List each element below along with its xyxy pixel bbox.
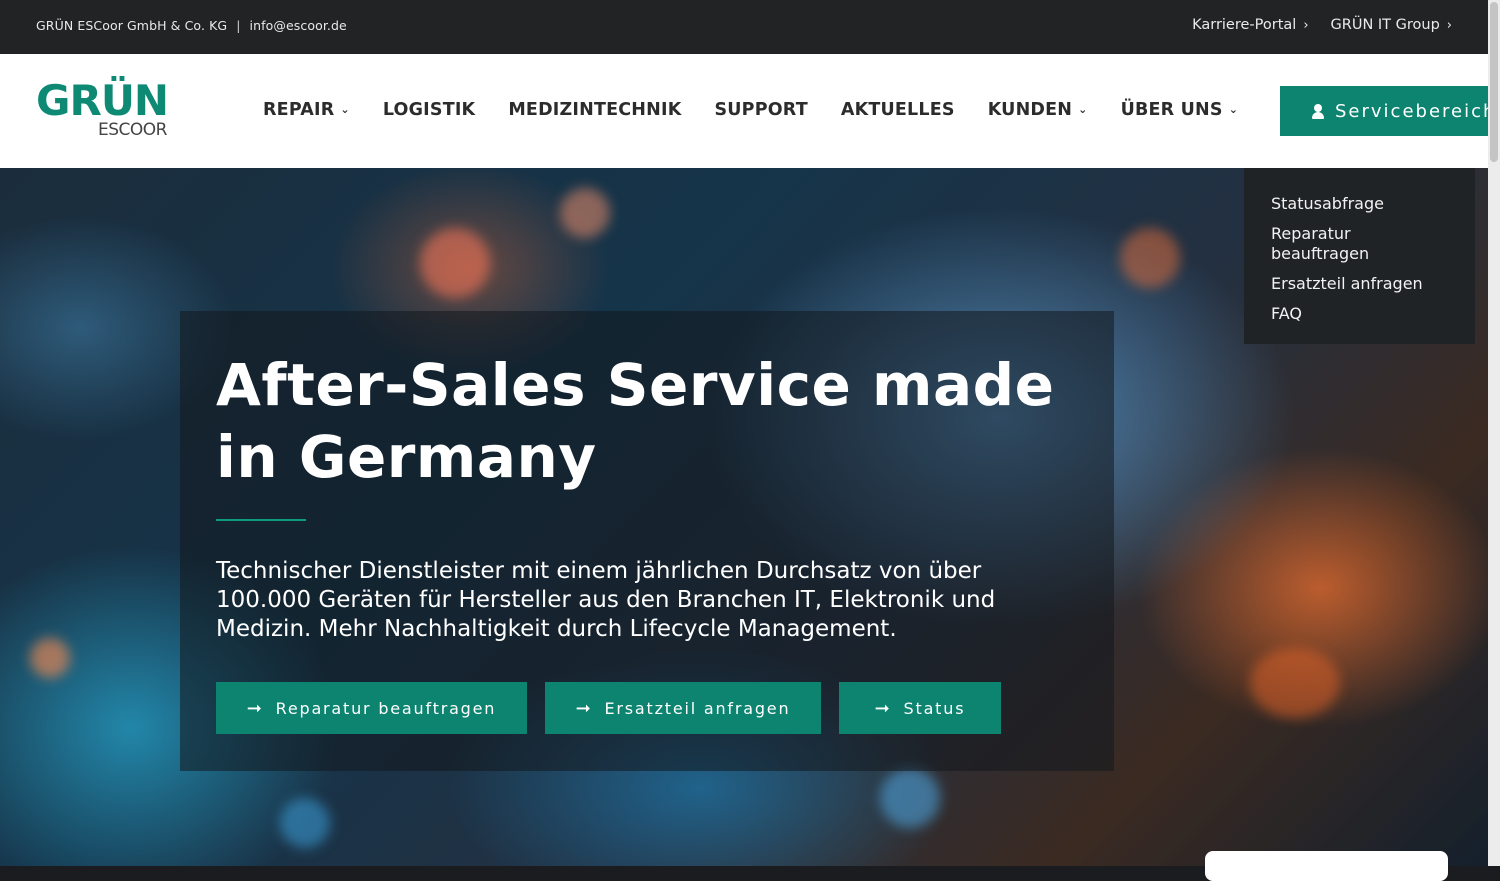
- email-link[interactable]: info@escoor.de: [250, 18, 347, 33]
- dropdown-item-ersatzteil-anfragen[interactable]: Ersatzteil anfragen: [1271, 274, 1455, 294]
- hero-subtext: Technischer Dienstleister mit einem jähr…: [216, 558, 996, 642]
- dropdown-item-reparatur-beauftragen[interactable]: Reparatur beauftragen: [1271, 224, 1391, 264]
- arrow-right-icon: ➞: [874, 697, 892, 719]
- scrollbar[interactable]: [1488, 0, 1500, 866]
- nav-label: ÜBER UNS: [1120, 100, 1223, 120]
- background-bokeh: [1120, 228, 1180, 288]
- arrow-right-icon: ➞: [575, 697, 593, 719]
- logo-subtitle: ESCOOR: [98, 120, 167, 140]
- status-button[interactable]: ➞ Status: [839, 682, 1001, 734]
- nav-item-ueber-uns[interactable]: ÜBER UNS ⌄: [1121, 100, 1239, 120]
- chevron-down-icon: ⌄: [340, 103, 350, 116]
- nav-label: SUPPORT: [714, 100, 808, 120]
- background-bokeh: [30, 638, 70, 678]
- reparatur-beauftragen-button[interactable]: ➞ Reparatur beauftragen: [216, 682, 527, 734]
- main-nav: REPAIR ⌄ LOGISTIK MEDIZINTECHNIK SUPPORT …: [263, 100, 1238, 120]
- hero-headline: After-Sales Service made in Germany: [216, 351, 1055, 491]
- background-bokeh: [880, 768, 940, 828]
- arrow-right-icon: ➞: [246, 697, 264, 719]
- separator: |: [236, 18, 241, 33]
- dropdown-item-faq[interactable]: FAQ: [1271, 304, 1455, 324]
- nav-item-kunden[interactable]: KUNDEN ⌄: [988, 100, 1088, 120]
- user-icon: [1311, 103, 1325, 119]
- servicebereich-label: Servicebereich: [1335, 100, 1497, 122]
- chevron-down-icon: ⌄: [1078, 103, 1088, 116]
- servicebereich-button[interactable]: Servicebereich: [1280, 86, 1500, 136]
- nav-item-medizintechnik[interactable]: MEDIZINTECHNIK: [508, 100, 681, 120]
- headline-divider: [216, 519, 306, 521]
- background-bokeh: [420, 228, 490, 298]
- chevron-down-icon: ⌄: [1228, 103, 1239, 116]
- logo[interactable]: GRÜN ESCOOR: [36, 76, 176, 141]
- chevron-right-icon: ›: [1303, 18, 1309, 33]
- background-bokeh: [560, 188, 610, 238]
- chevron-right-icon: ›: [1446, 18, 1452, 33]
- hero-panel: After-Sales Service made in Germany Tech…: [180, 311, 1114, 771]
- ersatzteil-anfragen-button[interactable]: ➞ Ersatzteil anfragen: [545, 682, 821, 734]
- background-bokeh: [1250, 648, 1340, 718]
- contact-info: GRÜN ESCoor GmbH & Co. KG | info@escoor.de: [36, 18, 347, 33]
- background-bokeh: [280, 798, 330, 848]
- nav-label: MEDIZINTECHNIK: [508, 100, 682, 120]
- nav-label: LOGISTIK: [382, 100, 476, 120]
- karriere-portal-link[interactable]: Karriere-Portal ›: [1192, 17, 1308, 33]
- servicebereich-dropdown: Statusabfrage Reparatur beauftragen Ersa…: [1244, 168, 1475, 344]
- logo-wordmark: GRÜN: [36, 76, 169, 125]
- karriere-portal-label: Karriere-Portal: [1192, 17, 1297, 33]
- company-name: GRÜN ESCoor GmbH & Co. KG: [36, 18, 228, 33]
- nav-label: REPAIR: [263, 100, 335, 120]
- button-label: Status: [903, 698, 966, 718]
- scrollbar-thumb[interactable]: [1490, 2, 1498, 162]
- top-bar: GRÜN ESCoor GmbH & Co. KG | info@escoor.de…: [0, 0, 1500, 54]
- main-header: GRÜN ESCOOR REPAIR ⌄ LOGISTIK MEDIZINTECH…: [0, 54, 1500, 168]
- nav-item-support[interactable]: SUPPORT: [714, 100, 807, 120]
- gruen-it-group-label: GRÜN IT Group: [1330, 17, 1440, 33]
- nav-item-aktuelles[interactable]: AKTUELLES: [841, 100, 955, 120]
- gruen-it-group-link[interactable]: GRÜN IT Group ›: [1331, 17, 1452, 33]
- nav-label: AKTUELLES: [840, 100, 955, 120]
- nav-item-repair[interactable]: REPAIR ⌄: [263, 100, 350, 120]
- nav-label: KUNDEN: [987, 100, 1073, 120]
- nav-item-logistik[interactable]: LOGISTIK: [383, 100, 476, 120]
- chat-widget[interactable]: [1205, 851, 1448, 881]
- top-links: Karriere-Portal › GRÜN IT Group ›: [1192, 17, 1452, 33]
- button-label: Reparatur beauftragen: [275, 698, 497, 718]
- button-label: Ersatzteil anfragen: [604, 698, 791, 718]
- dropdown-item-statusabfrage[interactable]: Statusabfrage: [1271, 194, 1455, 214]
